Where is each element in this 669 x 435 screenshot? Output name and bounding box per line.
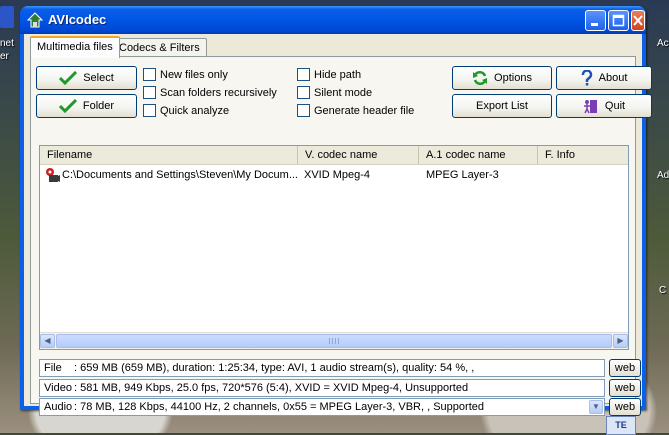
checkbox-box[interactable] [143, 85, 156, 99]
quit-button[interactable]: Quit [556, 94, 652, 118]
close-button[interactable] [631, 10, 645, 31]
refresh-icon [473, 71, 488, 86]
select-button[interactable]: Select [36, 66, 137, 90]
checkmark-icon [59, 71, 78, 86]
scroll-thumb[interactable] [56, 334, 612, 348]
select-button-label: Select [83, 72, 114, 85]
list-header: Filename V. codec name A.1 codec name F.… [40, 146, 628, 165]
app-icon [27, 12, 43, 28]
new-files-only-checkbox[interactable]: New files only [143, 67, 228, 83]
export-list-button-label: Export List [476, 100, 528, 113]
generate-header-checkbox[interactable]: Generate header file [297, 103, 414, 119]
maximize-icon [612, 14, 625, 27]
file-info-text: : 659 MB (659 MB), duration: 1:25:34, ty… [74, 362, 475, 374]
table-row[interactable]: C:\Documents and Settings\Steven\My Docu… [40, 167, 628, 183]
checkbox-label: Silent mode [314, 87, 373, 99]
grip-icon [329, 338, 339, 344]
horizontal-scrollbar[interactable]: ◀ ▶ [40, 332, 628, 349]
column-header-vcodec[interactable]: V. codec name [298, 146, 419, 164]
title-bar[interactable]: AVIcodec [20, 6, 646, 34]
video-info-box: Video: 581 MB, 949 Kbps, 25.0 fps, 720*5… [39, 379, 605, 397]
avicodec-window: AVIcodec Multimedia files Codecs & Filte… [20, 6, 652, 416]
audio-info-label: Audio [44, 401, 73, 413]
quick-analyze-checkbox[interactable]: Quick analyze [143, 103, 229, 119]
checkbox-box[interactable] [297, 103, 310, 117]
checkbox-box[interactable] [143, 67, 156, 81]
checkbox-box[interactable] [297, 67, 310, 81]
window-title: AVIcodec [48, 12, 107, 27]
desktop-label: Ac [657, 38, 669, 49]
checkbox-label: Quick analyze [160, 105, 230, 117]
desktop-label: er [0, 51, 9, 62]
checkbox-label: Scan folders recursively [160, 87, 277, 99]
maximize-button[interactable] [608, 10, 629, 31]
audio-stream-select[interactable]: Audio: 78 MB, 128 Kbps, 44100 Hz, 2 chan… [39, 398, 605, 416]
audio-web-button[interactable]: web [609, 398, 641, 416]
column-header-filename[interactable]: Filename [40, 146, 298, 164]
checkbox-label: Hide path [314, 69, 362, 81]
file-info-label: File [44, 362, 62, 374]
taskbar-tray-icon[interactable]: TE [606, 416, 636, 435]
export-list-button[interactable]: Export List [452, 94, 552, 118]
folder-button-label: Folder [82, 100, 115, 113]
column-header-acodec[interactable]: A.1 codec name [419, 146, 538, 164]
exit-door-icon [583, 100, 597, 114]
quit-button-label: Quit [604, 100, 626, 113]
video-web-button[interactable]: web [609, 379, 641, 397]
desktop-label: C [659, 285, 667, 296]
file-info-box: File : 659 MB (659 MB), duration: 1:25:34… [39, 359, 605, 377]
multimedia-files-panel: Select Folder New files only Scan folder… [30, 56, 652, 416]
video-file-icon [46, 168, 60, 182]
desktop-label: Ad [657, 170, 669, 181]
tab-codecs-filters[interactable]: Codecs & Filters [112, 38, 207, 57]
client-area: Multimedia files Codecs & Filters Select… [24, 34, 652, 416]
about-button-label: About [598, 72, 628, 85]
tab-multimedia-files[interactable]: Multimedia files [30, 36, 120, 58]
desktop-label: net [0, 38, 14, 49]
cell-acodec: MPEG Layer-3 [426, 169, 499, 181]
minimize-icon [591, 23, 598, 26]
cell-vcodec: XVID Mpeg-4 [304, 169, 371, 181]
checkbox-label: New files only [160, 69, 228, 81]
file-web-button[interactable]: web [609, 359, 641, 377]
question-icon [581, 70, 592, 86]
close-icon [633, 15, 643, 26]
video-info-text: : 581 MB, 949 Kbps, 25.0 fps, 720*576 (5… [74, 382, 469, 394]
checkbox-box[interactable] [297, 85, 310, 99]
checkmark-icon [58, 99, 77, 114]
folder-button[interactable]: Folder [36, 94, 137, 118]
about-button[interactable]: About [556, 66, 652, 90]
hide-path-checkbox[interactable]: Hide path [297, 67, 361, 83]
minimize-button[interactable] [585, 10, 606, 31]
silent-mode-checkbox[interactable]: Silent mode [297, 85, 372, 101]
column-header-finfo[interactable]: F. Info [538, 146, 628, 164]
audio-info-text: : 78 MB, 128 Kbps, 44100 Hz, 2 channels,… [74, 401, 484, 413]
options-button[interactable]: Options [452, 66, 552, 90]
video-info-label: Video [44, 382, 72, 394]
scroll-left-button[interactable]: ◀ [40, 334, 55, 348]
scan-folders-checkbox[interactable]: Scan folders recursively [143, 85, 277, 101]
file-list[interactable]: Filename V. codec name A.1 codec name F.… [39, 145, 629, 350]
checkbox-box[interactable] [143, 103, 156, 117]
desktop-icon[interactable] [0, 6, 14, 28]
scroll-right-button[interactable]: ▶ [613, 334, 628, 348]
chevron-down-icon[interactable]: ▼ [589, 400, 603, 414]
checkbox-label: Generate header file [314, 105, 415, 117]
options-button-label: Options [494, 72, 532, 85]
cell-filename: C:\Documents and Settings\Steven\My Docu… [62, 169, 298, 181]
